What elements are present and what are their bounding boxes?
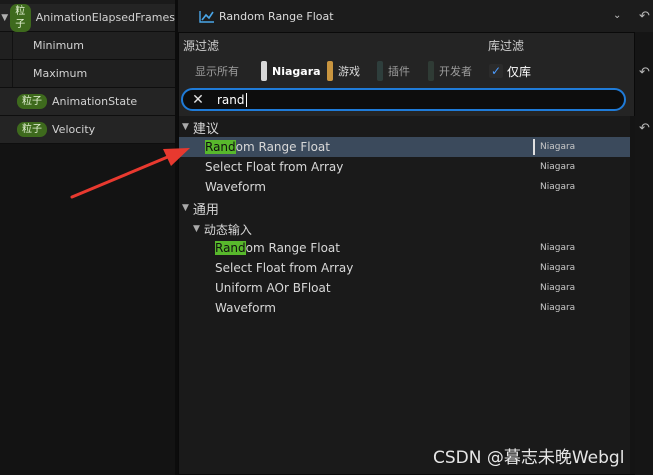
annotation-arrow xyxy=(70,148,190,199)
watermark: CSDN @暮志未晚Webgl xyxy=(433,448,625,468)
